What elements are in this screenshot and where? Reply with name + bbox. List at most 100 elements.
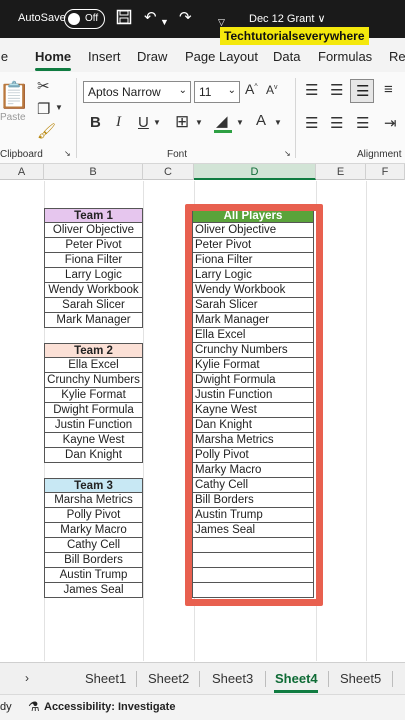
team1-table: Team 1 Oliver Objective Peter Pivot Fiona …: [44, 208, 143, 328]
redo-icon[interactable]: ↷: [179, 9, 192, 27]
team2-cell[interactable]: Ella Excel: [44, 358, 143, 373]
align-bottom-icon: ☰: [356, 83, 370, 100]
gridline: [143, 181, 144, 661]
team1-cell[interactable]: Mark Manager: [44, 313, 143, 328]
document-title[interactable]: Dec 12 Grant ∨: [249, 12, 326, 25]
tab-review[interactable]: Rev: [389, 49, 405, 64]
font-name-value: Aptos Narrow: [88, 85, 161, 99]
save-icon[interactable]: [116, 9, 132, 30]
column-header-b[interactable]: B: [44, 164, 143, 180]
underline-dropdown-icon[interactable]: ▼: [153, 118, 161, 127]
align-bottom-button[interactable]: ☰: [350, 79, 374, 103]
font-name-dropdown[interactable]: Aptos Narrow ⌄: [83, 81, 191, 103]
team2-cell[interactable]: Dan Knight: [44, 448, 143, 463]
align-left-icon[interactable]: ☰: [305, 114, 318, 132]
column-header-a[interactable]: A: [0, 164, 44, 180]
team3-cell[interactable]: Austin Trump: [44, 568, 143, 583]
sheet-tab-4[interactable]: Sheet4: [275, 671, 318, 686]
bold-button[interactable]: B: [90, 114, 101, 131]
autosave-label: AutoSave: [18, 12, 66, 24]
decrease-font-icon[interactable]: Av: [266, 83, 278, 97]
team2-cell[interactable]: Crunchy Numbers: [44, 373, 143, 388]
toggle-knob: [68, 13, 80, 25]
sheet-tab-5[interactable]: Sheet5: [340, 671, 381, 686]
column-header-d[interactable]: D: [194, 164, 316, 180]
underline-button[interactable]: U: [138, 114, 149, 131]
team3-cell[interactable]: Bill Borders: [44, 553, 143, 568]
tab-separator: [392, 671, 393, 687]
team1-cell[interactable]: Fiona Filter: [44, 253, 143, 268]
sheet-tab-3[interactable]: Sheet3: [212, 671, 253, 686]
team1-cell[interactable]: Oliver Objective: [44, 223, 143, 238]
format-painter-icon[interactable]: 🖌: [37, 122, 56, 140]
font-size-dropdown[interactable]: 11 ⌄: [194, 81, 240, 103]
undo-dropdown-icon[interactable]: ▼: [160, 13, 169, 31]
team2-cell[interactable]: Justin Function: [44, 418, 143, 433]
tab-data[interactable]: Data: [273, 49, 300, 64]
font-launcher-icon[interactable]: ↘: [284, 149, 291, 158]
sheet-tab-2[interactable]: Sheet2: [148, 671, 189, 686]
tab-page-layout[interactable]: Page Layout: [185, 49, 258, 64]
tab-insert[interactable]: Insert: [88, 49, 121, 64]
team3-cell[interactable]: Polly Pivot: [44, 508, 143, 523]
align-center-icon[interactable]: ☰: [330, 114, 343, 132]
align-middle-icon[interactable]: ☰: [330, 81, 343, 99]
column-header-e[interactable]: E: [316, 164, 366, 180]
team1-header[interactable]: Team 1: [44, 208, 143, 223]
increase-font-icon[interactable]: A^: [245, 81, 258, 97]
borders-icon[interactable]: ⊞: [175, 112, 189, 132]
accessibility-status[interactable]: Accessibility: Investigate: [44, 701, 175, 713]
increase-font-letter: A: [245, 81, 255, 97]
team2-cell[interactable]: Kylie Format: [44, 388, 143, 403]
ribbon-home: 📋 Paste ✂ ❐ ▼ 🖌 Clipboard ↘ Aptos Narrow…: [0, 72, 405, 164]
wrap-text-icon[interactable]: ≡: [384, 81, 393, 98]
tab-home[interactable]: Home: [35, 49, 71, 64]
tab-draw[interactable]: Draw: [137, 49, 167, 64]
font-group-label: Font: [167, 149, 188, 160]
indent-icon[interactable]: ⇥: [384, 114, 397, 132]
team3-table: Team 3 Marsha Metrics Polly Pivot Marky Ma…: [44, 478, 143, 598]
column-header-f[interactable]: F: [366, 164, 405, 180]
team1-cell[interactable]: Wendy Workbook: [44, 283, 143, 298]
cut-icon[interactable]: ✂: [37, 77, 50, 95]
tab-formulas[interactable]: Formulas: [318, 49, 372, 64]
borders-dropdown-icon[interactable]: ▼: [195, 118, 203, 127]
autosave-toggle[interactable]: Off: [64, 9, 105, 29]
team1-cell[interactable]: Peter Pivot: [44, 238, 143, 253]
align-right-icon[interactable]: ☰: [356, 114, 369, 132]
team2-table: Team 2 Ella Excel Crunchy Numbers Kylie Fo…: [44, 343, 143, 463]
accessibility-icon[interactable]: ⚗: [28, 699, 40, 715]
team3-header[interactable]: Team 3: [44, 478, 143, 493]
scroll-sheets-right-icon[interactable]: ›: [25, 671, 29, 685]
copy-dropdown-icon[interactable]: ▼: [55, 103, 63, 112]
active-tab-indicator: [35, 68, 71, 71]
copy-icon[interactable]: ❐: [37, 100, 50, 118]
team1-cell[interactable]: Sarah Slicer: [44, 298, 143, 313]
tab-separator: [199, 671, 200, 687]
team2-cell[interactable]: Dwight Formula: [44, 403, 143, 418]
team3-cell[interactable]: Marsha Metrics: [44, 493, 143, 508]
team3-cell[interactable]: James Seal: [44, 583, 143, 598]
fill-color-icon[interactable]: ◢: [216, 112, 228, 130]
status-bar: dy ⚗ Accessibility: Investigate: [0, 694, 405, 720]
team1-cell[interactable]: Larry Logic: [44, 268, 143, 283]
font-color-dropdown-icon[interactable]: ▼: [274, 118, 282, 127]
fill-color-dropdown-icon[interactable]: ▼: [236, 118, 244, 127]
column-header-c[interactable]: C: [143, 164, 194, 180]
italic-button[interactable]: I: [116, 114, 121, 131]
paste-icon[interactable]: 📋: [0, 80, 30, 111]
sheet-tab-1[interactable]: Sheet1: [85, 671, 126, 686]
font-color-letter: A: [256, 112, 267, 129]
clipboard-launcher-icon[interactable]: ↘: [64, 149, 71, 158]
align-top-icon[interactable]: ☰: [305, 81, 318, 99]
team3-cell[interactable]: Marky Macro: [44, 523, 143, 538]
team3-cell[interactable]: Cathy Cell: [44, 538, 143, 553]
team2-header[interactable]: Team 2: [44, 343, 143, 358]
undo-icon[interactable]: ↶: [144, 9, 157, 27]
font-color-icon[interactable]: A: [256, 112, 266, 129]
watermark-overlay: Techtutorialseverywhere: [220, 27, 369, 45]
tab-file[interactable]: le: [0, 49, 8, 64]
team1-members: Oliver Objective Peter Pivot Fiona Filter L…: [44, 223, 143, 328]
team2-cell[interactable]: Kayne West: [44, 433, 143, 448]
team3-members: Marsha Metrics Polly Pivot Marky Macro Cath…: [44, 493, 143, 598]
